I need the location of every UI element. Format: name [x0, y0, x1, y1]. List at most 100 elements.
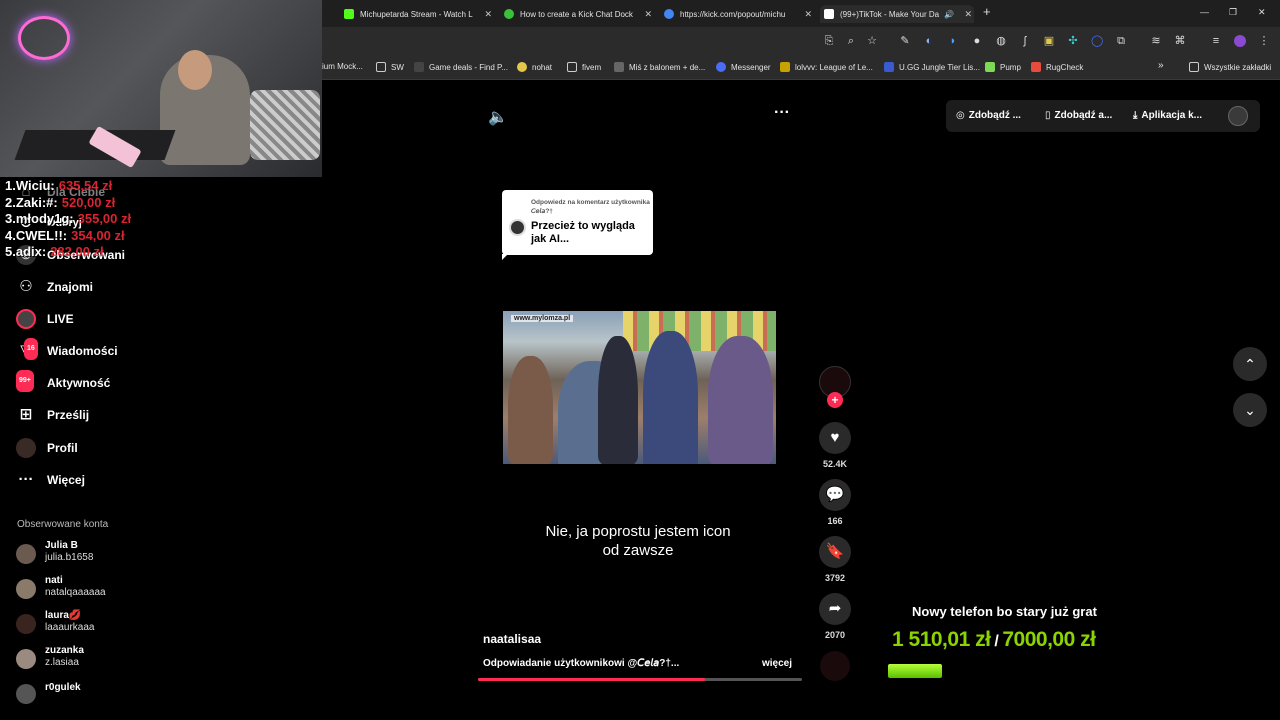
video-author[interactable]: naatalisaa — [483, 632, 541, 646]
zoom-icon[interactable]: ⌕ — [845, 35, 857, 47]
next-video-button[interactable]: ⌄ — [1233, 393, 1267, 427]
bookmark-folder[interactable]: SW — [376, 62, 404, 72]
avatar — [16, 544, 36, 564]
get-coins-button[interactable]: ◎ Zdobądź ... — [956, 110, 1021, 121]
bookmark-label: RugCheck — [1046, 62, 1084, 72]
google-icon — [664, 9, 674, 19]
bookmark-item[interactable]: ium Mock... — [322, 62, 363, 71]
more-button[interactable]: więcej — [762, 658, 792, 669]
window-close-button[interactable]: ✕ — [1258, 7, 1266, 18]
avatar — [16, 649, 36, 669]
site-icon — [517, 62, 527, 72]
donor-name: 3.młody1g: — [5, 211, 74, 226]
sidebar-item-friends[interactable]: ⚇ Znajomi — [16, 277, 93, 297]
sidebar-item-profile[interactable]: Profil — [16, 438, 78, 458]
comment-icon[interactable]: 💬 — [819, 479, 851, 511]
user-avatar[interactable] — [1228, 106, 1248, 126]
minimize-button[interactable]: — — [1200, 7, 1209, 17]
puzzle-icon[interactable]: ⧉ — [1115, 35, 1127, 47]
tab-kick-stream[interactable]: Michupetarda Stream - Watch L ✕ — [344, 5, 494, 23]
extension-icon[interactable]: ▣ — [1043, 35, 1055, 47]
menu-kebab-icon[interactable]: ⋮ — [1258, 35, 1270, 47]
bookmark-item[interactable]: Game deals - Find P... — [414, 62, 508, 72]
new-tab-button[interactable]: + — [983, 4, 991, 19]
all-bookmarks[interactable]: Wszystkie zakładki — [1189, 62, 1271, 72]
like-action[interactable]: ♥ 52.4K — [818, 422, 852, 469]
install-icon[interactable]: ⎘ — [823, 35, 835, 47]
sidebar-item-label: Prześlij — [47, 408, 90, 422]
bookmark-item[interactable]: Messenger — [716, 62, 771, 72]
desktop-app-button[interactable]: ⤓ Aplikacja k... — [1133, 110, 1202, 121]
close-icon[interactable]: ✕ — [644, 9, 652, 20]
extension-pen-icon[interactable]: ✎ — [899, 35, 911, 47]
extension-icon[interactable]: ● — [971, 35, 983, 47]
music-disc-icon[interactable] — [820, 651, 850, 681]
sidebar-item-messages[interactable]: ▽ 16 Wiadomości — [16, 338, 118, 361]
video-options-icon[interactable]: ··· — [774, 104, 790, 122]
close-icon[interactable]: ✕ — [964, 9, 972, 20]
tab-kick-popout[interactable]: https://kick.com/popout/michu ✕ — [664, 5, 814, 23]
heart-icon[interactable]: ♥ — [819, 422, 851, 454]
speaker-icon[interactable]: 🔊 — [944, 10, 954, 19]
bookmark-label: Pump — [1000, 62, 1021, 72]
bookmark-item[interactable]: RugCheck — [1031, 62, 1083, 72]
kick-icon — [344, 9, 354, 19]
video-progress-bar[interactable] — [478, 678, 802, 681]
volume-icon[interactable]: 🔈 — [488, 107, 508, 127]
followed-account[interactable]: laura💋 laaaurkaaa — [16, 610, 94, 634]
tab-kick-chat-dock[interactable]: How to create a Kick Chat Dock ✕ — [504, 5, 654, 23]
extension-icon[interactable]: ✣ — [1067, 35, 1079, 47]
bookmark-icon[interactable]: 🔖 — [819, 536, 851, 568]
person — [508, 356, 553, 464]
bookmark-item[interactable]: Pump — [985, 62, 1021, 72]
activity-icon: ▭ 99+ — [16, 370, 36, 393]
extension-icon[interactable]: ◍ — [995, 35, 1007, 47]
bookmark-item[interactable]: U.GG Jungle Tier Lis... — [884, 62, 980, 72]
extension-icon[interactable]: ◯ — [1091, 35, 1103, 47]
activity-badge: 99+ — [16, 370, 34, 392]
sidebar-item-label: Aktywność — [47, 376, 111, 390]
media-icon[interactable]: ≋ — [1150, 35, 1162, 47]
reply-card-text: Przecież to wygląda jak AI... — [531, 220, 635, 245]
bookmark-label: Messenger — [731, 62, 771, 72]
video-photo[interactable]: www.mylomza.pl — [503, 311, 776, 464]
bookmark-label: SW — [391, 62, 404, 72]
extension-icon[interactable]: ʃ — [1019, 35, 1031, 47]
extension-icon[interactable]: ◗ — [947, 35, 959, 47]
bookmarks-overflow-button[interactable]: » — [1158, 60, 1164, 71]
sidebar-item-activity[interactable]: ▭ 99+ Aktywność — [16, 370, 111, 393]
commenter-avatar — [509, 219, 526, 236]
restore-button[interactable]: ❐ — [1229, 7, 1237, 18]
bookmark-item[interactable]: lolvvv: League of Le... — [780, 62, 873, 72]
comment-action[interactable]: 💬 166 — [818, 479, 852, 526]
bookmark-item[interactable]: nohat — [517, 62, 552, 72]
followed-account[interactable]: nati natalqaaaaaa — [16, 575, 106, 599]
star-icon[interactable]: ☆ — [866, 35, 878, 47]
bookmark-label: Game deals - Find P... — [429, 62, 508, 72]
account-name: Julia B — [45, 540, 78, 551]
extension-icon[interactable]: ◐ — [923, 35, 935, 47]
share-action[interactable]: ➦ 2070 — [818, 593, 852, 640]
get-app-button[interactable]: ▯ Zdobądź a... — [1045, 110, 1112, 121]
profile-avatar-icon[interactable] — [1234, 35, 1246, 47]
caption-line: Nie, ja poprostu jestem icon — [545, 523, 731, 540]
followed-account[interactable]: zuzanka z.lasiaa — [16, 645, 84, 669]
queue-icon[interactable]: ≡ — [1210, 35, 1222, 47]
previous-video-button[interactable]: ⌃ — [1233, 347, 1267, 381]
bookmark-item[interactable]: Miś z balonem + de... — [614, 62, 705, 72]
caption-line: od zawsze — [602, 542, 674, 559]
followed-account[interactable]: r0gulek — [16, 680, 81, 704]
close-icon[interactable]: ✕ — [804, 9, 812, 20]
save-action[interactable]: 🔖 3792 — [818, 536, 852, 583]
tab-tiktok[interactable]: (99+)TikTok - Make Your Da 🔊 ✕ — [820, 5, 974, 23]
follow-plus-button[interactable]: + — [827, 392, 843, 408]
followed-account[interactable]: Julia Bjulia.b1658 — [16, 540, 93, 564]
sidebar-item-more[interactable]: ··· Więcej — [16, 470, 85, 490]
goal-title: Nowy telefon bo stary już grat — [912, 604, 1097, 619]
close-icon[interactable]: ✕ — [484, 9, 492, 20]
bookmark-folder[interactable]: fivem — [567, 62, 601, 72]
translate-icon[interactable]: ⌘ — [1174, 35, 1186, 47]
sidebar-item-upload[interactable]: ⊞ Prześlij — [16, 405, 89, 425]
sidebar-item-live[interactable]: LIVE — [16, 309, 74, 329]
share-icon[interactable]: ➦ — [819, 593, 851, 625]
